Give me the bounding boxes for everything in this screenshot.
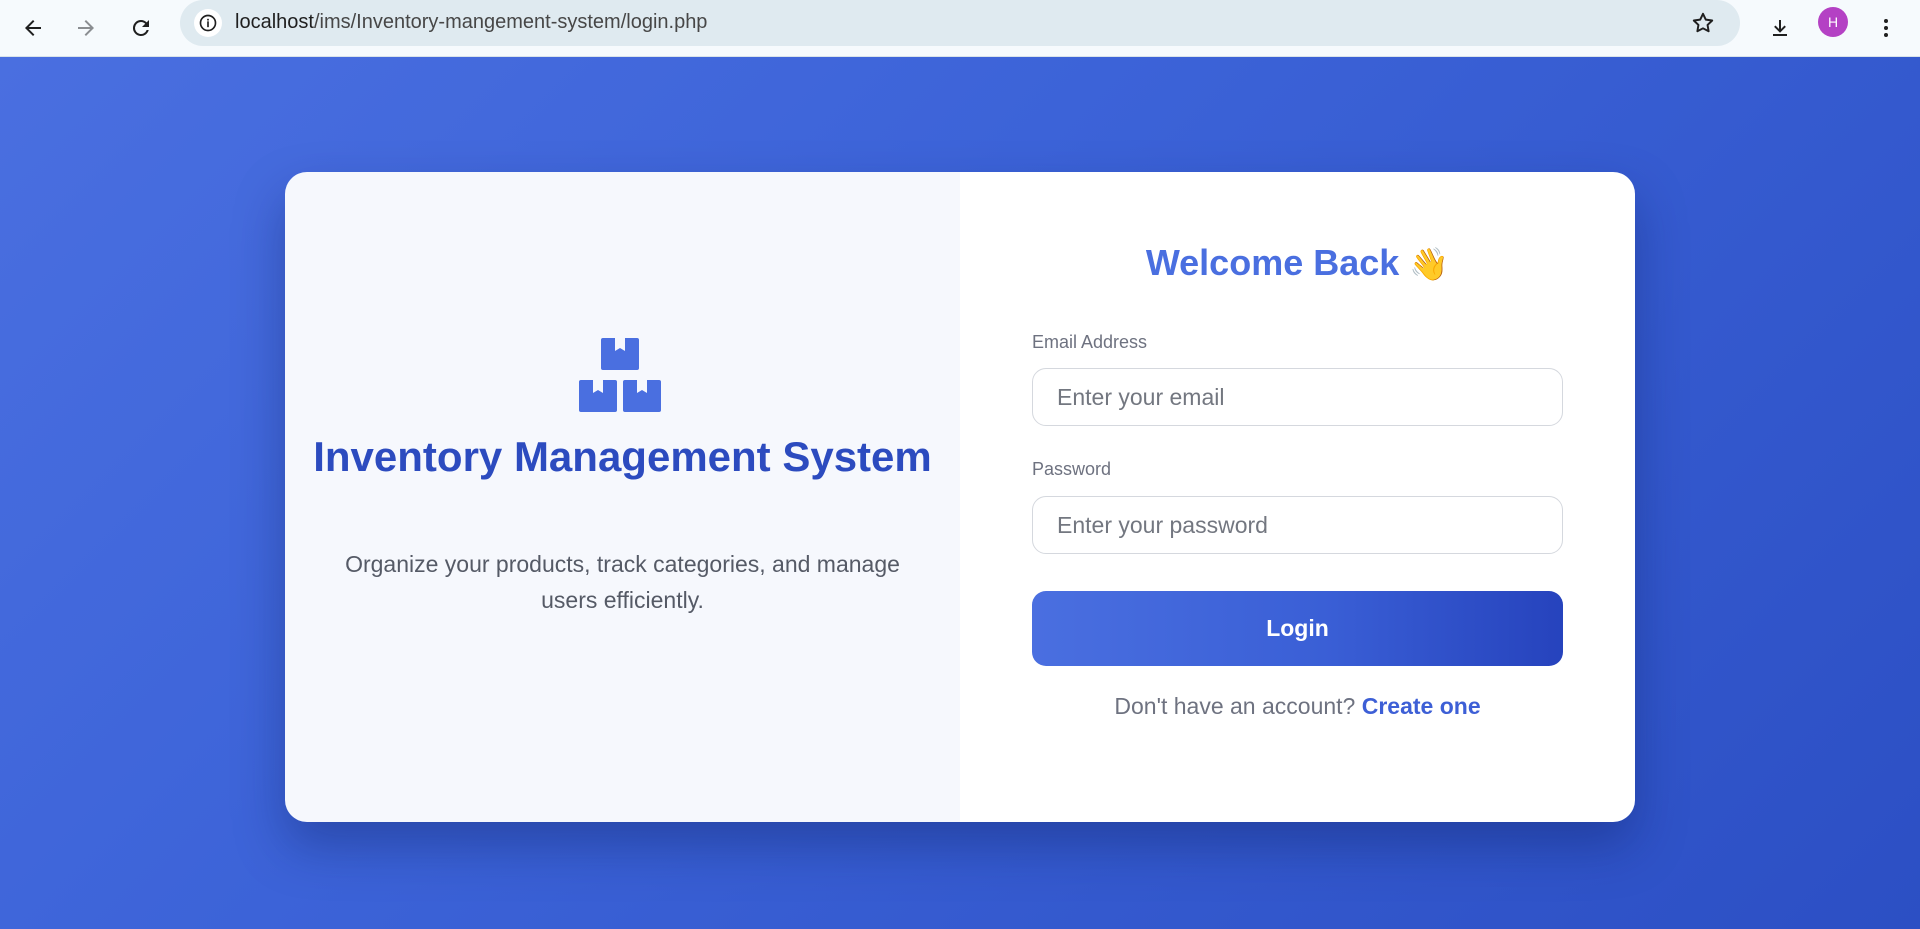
welcome-heading: Welcome Back 👋 [960, 242, 1635, 284]
profile-avatar[interactable]: H [1818, 7, 1848, 37]
login-card: Inventory Management System Organize you… [285, 172, 1635, 822]
forward-button[interactable] [66, 8, 106, 48]
bookmark-star-icon[interactable] [1690, 10, 1716, 40]
login-button[interactable]: Login [1032, 591, 1563, 666]
waving-hand-icon: 👋 [1409, 246, 1450, 282]
browser-toolbar: localhost/ims/Inventory-mangement-system… [0, 0, 1920, 57]
more-vert-icon [1884, 19, 1888, 37]
download-button[interactable] [1760, 8, 1800, 48]
brand-panel: Inventory Management System Organize you… [285, 172, 960, 822]
welcome-text: Welcome Back [1145, 242, 1400, 283]
url-path: /ims/Inventory-mangement-system/login.ph… [313, 11, 708, 33]
system-description: Organize your products, track categories… [345, 551, 900, 613]
download-icon [1773, 20, 1787, 36]
address-bar[interactable]: localhost/ims/Inventory-mangement-system… [180, 0, 1740, 46]
reload-button[interactable] [121, 8, 161, 48]
url-text[interactable]: localhost/ims/Inventory-mangement-system… [235, 11, 707, 34]
password-label: Password [1032, 459, 1112, 479]
back-button[interactable] [13, 8, 53, 48]
back-arrow-icon [25, 20, 41, 36]
signup-prompt-text: Don't have an account? [1114, 693, 1356, 719]
forward-arrow-icon [78, 20, 94, 36]
create-account-link[interactable]: Create one [1362, 693, 1481, 719]
site-info-icon[interactable] [194, 9, 222, 37]
login-page: Inventory Management System Organize you… [0, 57, 1920, 929]
email-label: Email Address [1032, 332, 1148, 352]
menu-button[interactable] [1866, 8, 1906, 48]
system-title: Inventory Management System [313, 433, 932, 480]
reload-icon [132, 19, 149, 36]
url-host: localhost [235, 11, 314, 33]
password-input[interactable] [1032, 496, 1563, 554]
email-input[interactable] [1032, 368, 1563, 426]
login-form-panel: Welcome Back 👋 Email Address Password Lo… [960, 172, 1635, 822]
signup-prompt: Don't have an account? Create one [960, 693, 1635, 720]
boxes-icon [579, 338, 661, 412]
